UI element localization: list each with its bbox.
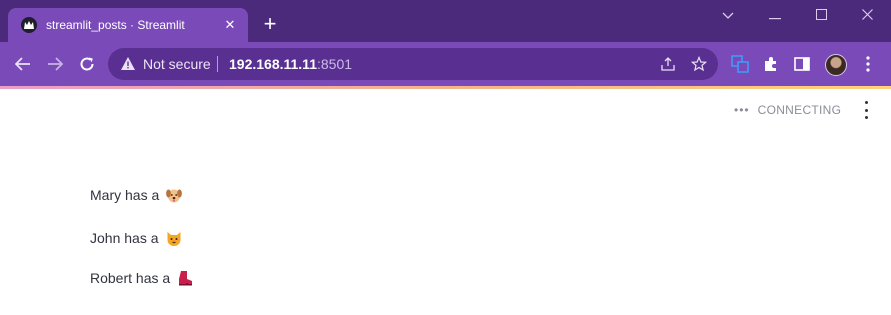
minimize-icon[interactable] — [760, 5, 790, 27]
post-item: John has a — [90, 229, 183, 247]
close-icon[interactable]: ✕ — [222, 17, 238, 33]
maximize-icon[interactable] — [806, 5, 836, 27]
side-panel-icon[interactable] — [791, 53, 813, 75]
status-text: CONNECTING — [757, 103, 842, 117]
post-text: Robert has a — [90, 270, 171, 286]
connection-status: ••• CONNECTING — [734, 103, 841, 117]
tab-strip: streamlit_posts · Streamlit ✕ + — [0, 0, 891, 42]
dots-icon: ••• — [734, 103, 750, 117]
app-content: ••• CONNECTING Mary has a John has a Rob… — [1, 89, 890, 313]
url-text[interactable]: 192.168.11.11:8501 — [229, 56, 352, 72]
post-text: John has a — [90, 230, 159, 246]
chevron-down-icon[interactable] — [713, 5, 743, 27]
back-arrow-icon[interactable] — [12, 53, 34, 75]
browser-window: streamlit_posts · Streamlit ✕ + Not secu… — [0, 0, 891, 315]
profile-avatar[interactable] — [825, 54, 847, 76]
post-item: Robert has a — [90, 269, 194, 287]
browser-toolbar: Not secure 192.168.11.11:8501 — [0, 42, 891, 86]
star-icon[interactable] — [691, 56, 707, 72]
tab-title: streamlit_posts · Streamlit — [46, 18, 185, 32]
dog-face-icon — [166, 189, 183, 203]
streamlit-favicon-icon — [21, 17, 37, 33]
divider — [217, 56, 218, 72]
app-menu-button[interactable] — [858, 101, 874, 119]
url-host: 192.168.11.11 — [229, 56, 317, 72]
forward-arrow-icon[interactable] — [44, 53, 66, 75]
security-label[interactable]: Not secure — [143, 56, 211, 72]
cat-face-icon — [167, 232, 180, 246]
reload-icon[interactable] — [76, 53, 98, 75]
post-item: Mary has a — [90, 186, 183, 204]
translate-extension-icon[interactable] — [729, 53, 751, 75]
url-port: :8501 — [317, 56, 353, 72]
address-bar[interactable]: Not secure 192.168.11.11:8501 — [108, 48, 718, 80]
puzzle-icon[interactable] — [760, 53, 782, 75]
post-text: Mary has a — [90, 187, 160, 203]
warning-icon[interactable] — [120, 56, 136, 72]
close-window-icon[interactable] — [852, 5, 882, 27]
share-icon[interactable] — [660, 56, 676, 72]
boot-icon — [179, 271, 193, 286]
plus-icon[interactable]: + — [258, 13, 282, 37]
browser-tab[interactable]: streamlit_posts · Streamlit ✕ — [8, 8, 248, 42]
kebab-menu-icon[interactable] — [857, 53, 879, 75]
